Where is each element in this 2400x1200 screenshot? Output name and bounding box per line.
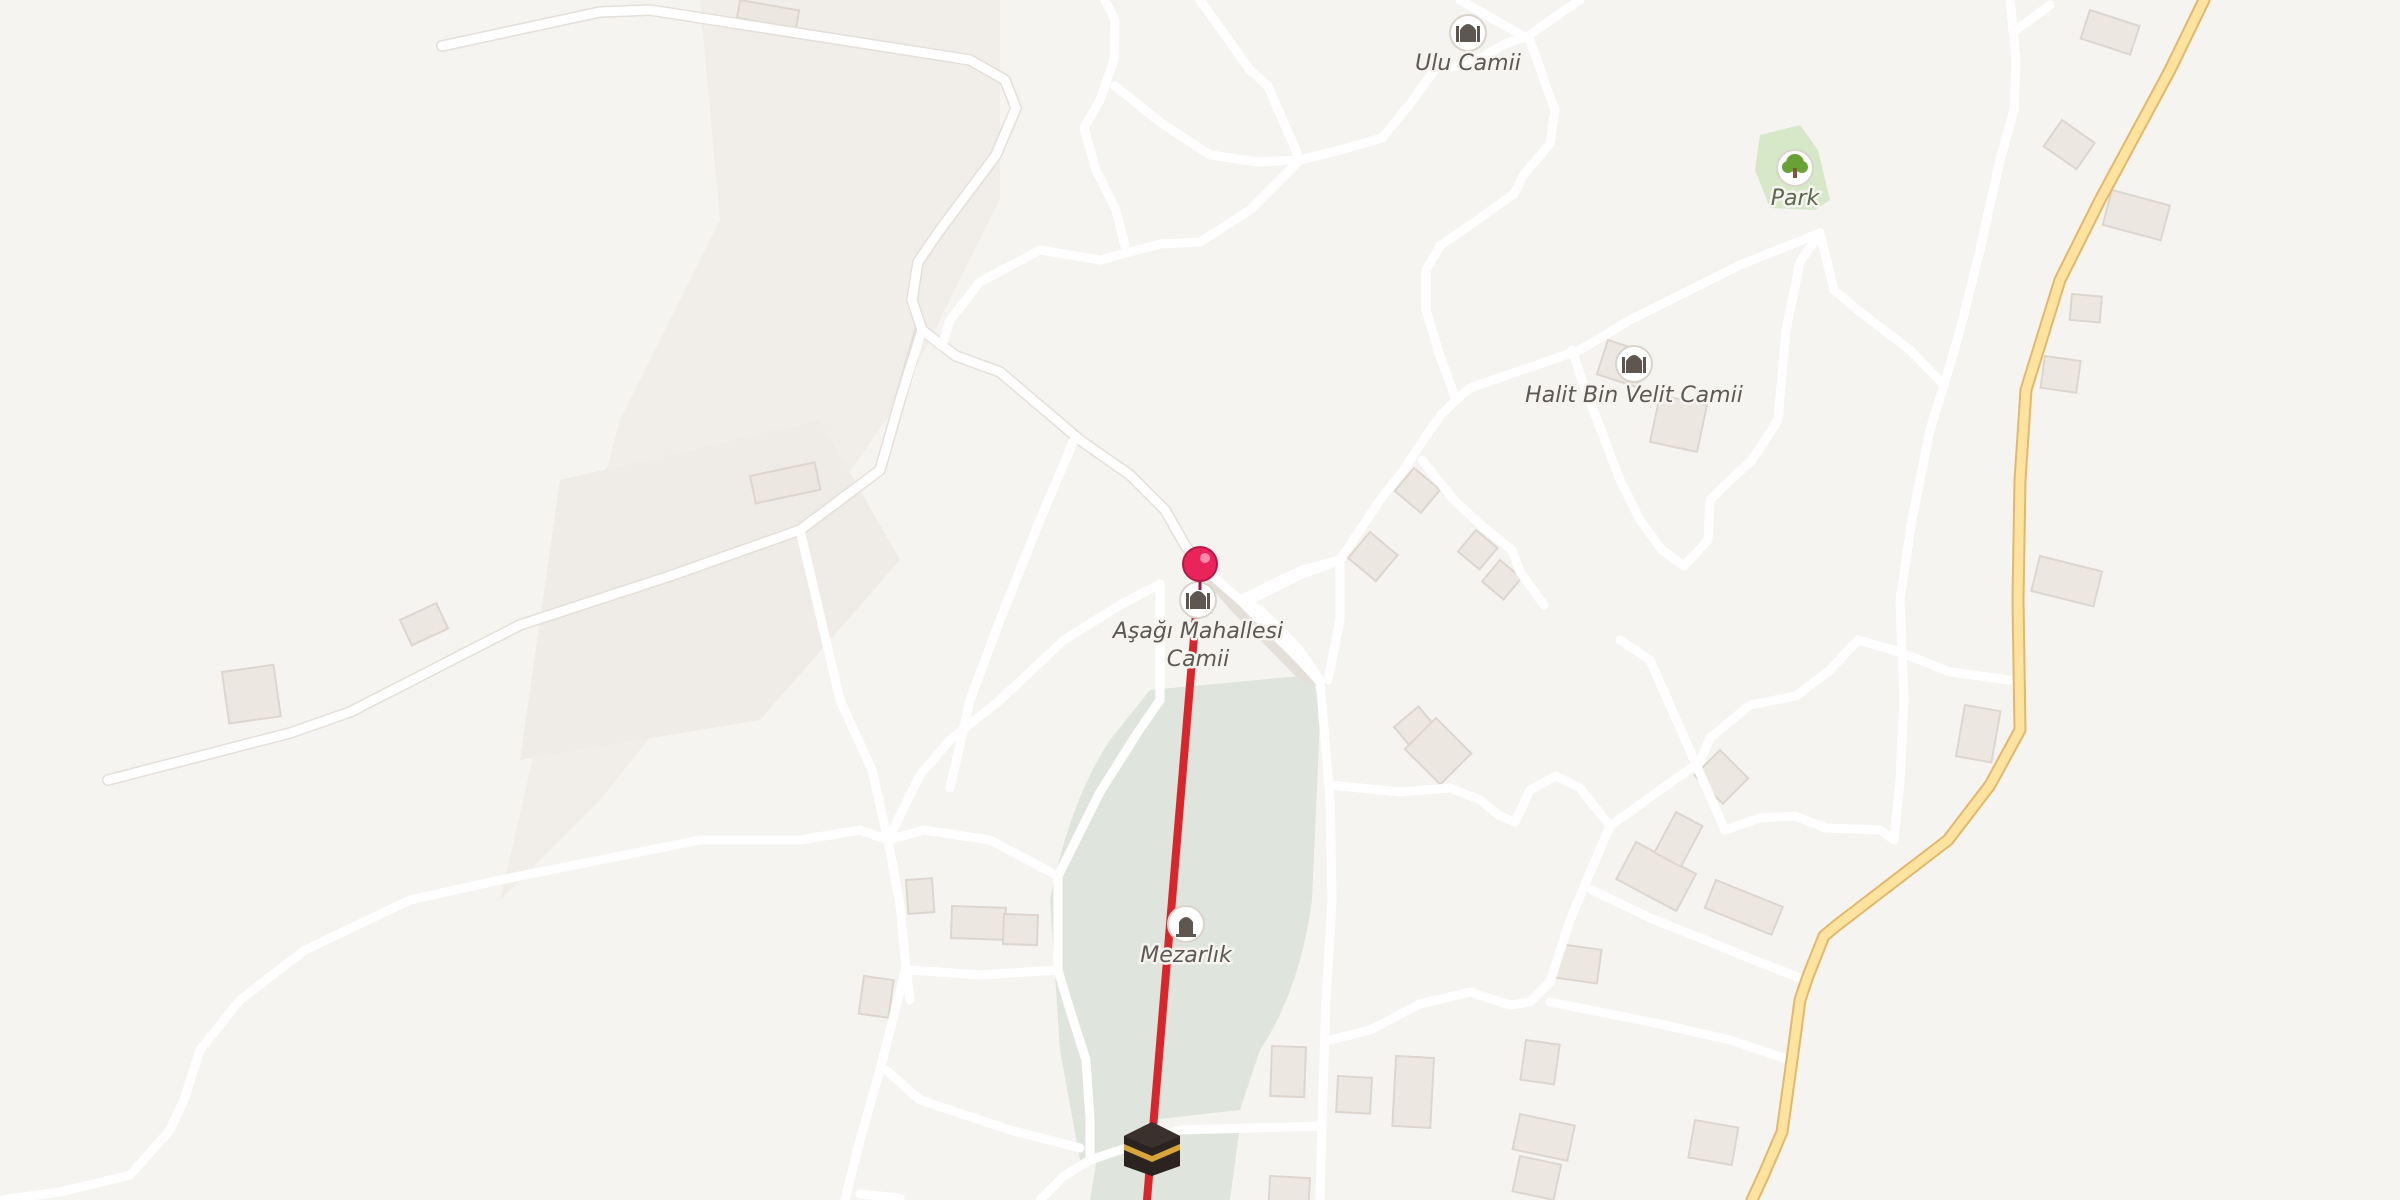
poi-label-park: Park bbox=[1771, 186, 1821, 211]
location-pin-icon bbox=[1182, 546, 1218, 582]
poi-label-mezarlik: Mezarlık bbox=[1140, 943, 1233, 968]
poi-label-asagi-mahallesi-line1: Aşağı Mahallesi bbox=[1111, 619, 1283, 644]
poi-label-asagi-mahallesi-line2: Camii bbox=[1167, 647, 1230, 672]
pin-highlight bbox=[1200, 553, 1210, 563]
poi-label-halit-bin-velit-camii: Halit Bin Velit Camii bbox=[1525, 383, 1743, 408]
map-canvas[interactable]: Ulu Camii Halit Bin Velit Camii Park Aşa… bbox=[0, 0, 2400, 1200]
poi-label-ulu-camii: Ulu Camii bbox=[1415, 51, 1521, 76]
